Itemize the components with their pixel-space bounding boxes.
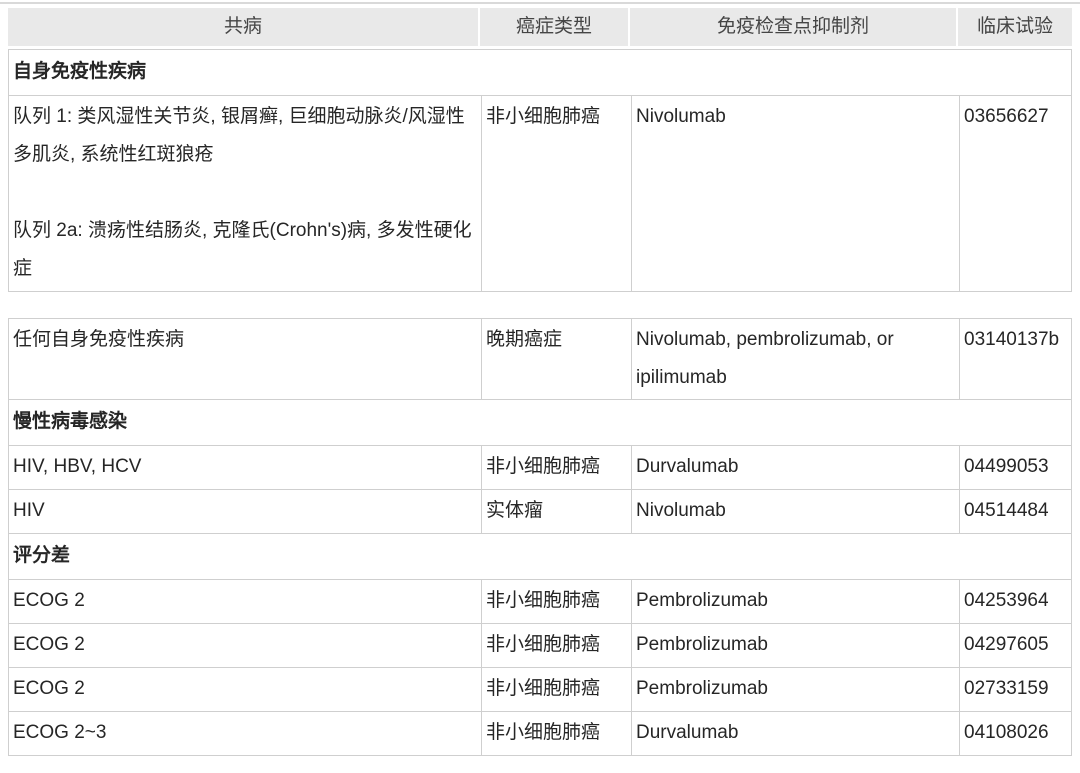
table-row: ECOG 2~3 非小细胞肺癌 Durvalumab 04108026 (9, 711, 1071, 755)
cell-cancer-type: 非小细胞肺癌 (481, 580, 631, 623)
cell-trial-id: 04499053 (959, 446, 1071, 489)
header-cancer-type: 癌症类型 (480, 8, 628, 46)
cell-inhibitor: Pembrolizumab (631, 668, 959, 711)
table-row: ECOG 2 非小细胞肺癌 Pembrolizumab 02733159 (9, 667, 1071, 711)
cohort-1-text: 队列 1: 类风湿性关节炎, 银屑癣, 巨细胞动脉炎/风湿性多肌炎, 系统性红斑… (13, 98, 476, 174)
section-title: 评分差 (9, 534, 1071, 579)
table-row: 队列 1: 类风湿性关节炎, 银屑癣, 巨细胞动脉炎/风湿性多肌炎, 系统性红斑… (9, 95, 1071, 291)
section-row-chronic-viral-infection: 慢性病毒感染 (9, 399, 1071, 445)
header-comorbidity: 共病 (8, 8, 478, 46)
table-row: HIV, HBV, HCV 非小细胞肺癌 Durvalumab 04499053 (9, 445, 1071, 489)
cohort-2a-text: 队列 2a: 溃疡性结肠炎, 克隆氏(Crohn's)病, 多发性硬化症 (13, 212, 476, 288)
cell-cancer-type: 非小细胞肺癌 (481, 446, 631, 489)
cell-inhibitor: Durvalumab (631, 446, 959, 489)
cell-comorbidity: ECOG 2 (9, 624, 481, 667)
comorbidity-trials-table: 共病 癌症类型 免疫检查点抑制剂 临床试验 自身免疫性疾病 队列 1: 类风湿性… (8, 8, 1072, 756)
cell-trial-id: 04108026 (959, 712, 1071, 755)
table-row: ECOG 2 非小细胞肺癌 Pembrolizumab 04253964 (9, 579, 1071, 623)
cell-inhibitor: Nivolumab (631, 490, 959, 533)
cell-cancer-type: 晚期癌症 (481, 319, 631, 399)
cell-inhibitor: Pembrolizumab (631, 624, 959, 667)
table-block-2: 任何自身免疫性疾病 晚期癌症 Nivolumab, pembrolizumab,… (8, 318, 1072, 756)
cell-trial-id: 03140137b (959, 319, 1071, 399)
cell-cancer-type: 非小细胞肺癌 (481, 96, 631, 291)
cell-comorbidity: ECOG 2~3 (9, 712, 481, 755)
cell-comorbidity: ECOG 2 (9, 668, 481, 711)
header-inhibitor: 免疫检查点抑制剂 (630, 8, 956, 46)
table-row: 任何自身免疫性疾病 晚期癌症 Nivolumab, pembrolizumab,… (9, 319, 1071, 399)
cell-inhibitor: Pembrolizumab (631, 580, 959, 623)
cell-inhibitor: Nivolumab (631, 96, 959, 291)
table-block-1: 自身免疫性疾病 队列 1: 类风湿性关节炎, 银屑癣, 巨细胞动脉炎/风湿性多肌… (8, 49, 1072, 292)
cell-comorbidity: ECOG 2 (9, 580, 481, 623)
cell-trial-id: 04253964 (959, 580, 1071, 623)
table-block-gap (8, 292, 1072, 318)
section-title: 慢性病毒感染 (9, 400, 1071, 445)
cell-trial-id: 04297605 (959, 624, 1071, 667)
cell-inhibitor: Nivolumab, pembrolizumab, or ipilimumab (631, 319, 959, 399)
cell-comorbidity: 队列 1: 类风湿性关节炎, 银屑癣, 巨细胞动脉炎/风湿性多肌炎, 系统性红斑… (9, 96, 481, 291)
cell-cancer-type: 非小细胞肺癌 (481, 712, 631, 755)
cell-trial-id: 03656627 (959, 96, 1071, 291)
header-clinical-trial: 临床试验 (958, 8, 1072, 46)
cell-trial-id: 02733159 (959, 668, 1071, 711)
cell-inhibitor: Durvalumab (631, 712, 959, 755)
top-divider (0, 2, 1080, 4)
cell-comorbidity: HIV (9, 490, 481, 533)
cell-comorbidity: 任何自身免疫性疾病 (9, 319, 481, 399)
table-row: HIV 实体瘤 Nivolumab 04514484 (9, 489, 1071, 533)
cell-cancer-type: 非小细胞肺癌 (481, 668, 631, 711)
cell-trial-id: 04514484 (959, 490, 1071, 533)
cell-cancer-type: 实体瘤 (481, 490, 631, 533)
table-header-row: 共病 癌症类型 免疫检查点抑制剂 临床试验 (8, 8, 1072, 46)
section-row-poor-performance-score: 评分差 (9, 533, 1071, 579)
section-row-autoimmune: 自身免疫性疾病 (9, 50, 1071, 95)
section-title: 自身免疫性疾病 (9, 50, 1071, 95)
table-row: ECOG 2 非小细胞肺癌 Pembrolizumab 04297605 (9, 623, 1071, 667)
cell-comorbidity: HIV, HBV, HCV (9, 446, 481, 489)
cell-cancer-type: 非小细胞肺癌 (481, 624, 631, 667)
